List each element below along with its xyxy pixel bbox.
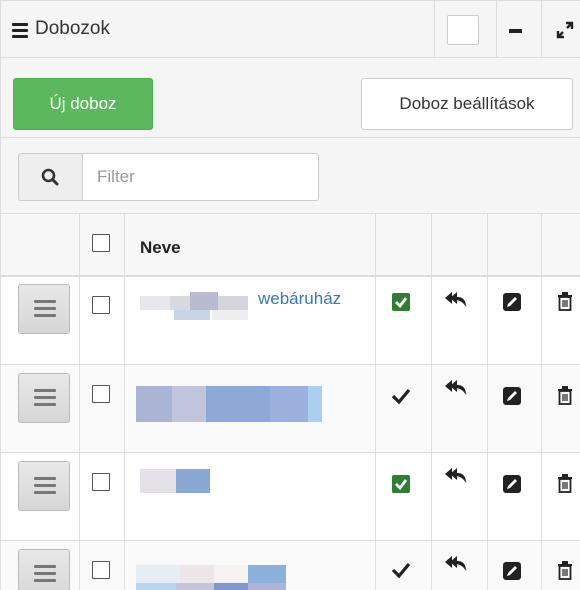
panel-header: Dobozok xyxy=(1,0,580,58)
redacted-name xyxy=(140,292,248,320)
table-row xyxy=(1,365,580,453)
row-checkbox[interactable] xyxy=(92,385,110,403)
checkmark-icon[interactable] xyxy=(391,561,411,579)
expand-icon xyxy=(556,21,574,39)
drag-handle[interactable] xyxy=(18,284,70,334)
active-checkbox-icon[interactable] xyxy=(391,474,411,494)
trash-icon[interactable] xyxy=(557,386,573,406)
redacted-name xyxy=(140,469,210,493)
table-header: Neve xyxy=(1,214,580,277)
column-divider xyxy=(124,214,125,590)
row-checkbox[interactable] xyxy=(92,561,110,579)
table-row xyxy=(1,453,580,541)
trash-icon[interactable] xyxy=(557,292,573,312)
edit-icon[interactable] xyxy=(503,387,521,405)
boxes-panel: Dobozok Új doboz Doboz beállítások Filte… xyxy=(0,0,580,590)
header-checkbox[interactable] xyxy=(447,15,479,45)
search-icon xyxy=(41,168,59,186)
reply-all-icon[interactable] xyxy=(444,466,468,486)
table-row xyxy=(1,541,580,590)
edit-icon[interactable] xyxy=(503,293,521,311)
panel-title: Dobozok xyxy=(35,18,110,39)
checkmark-icon[interactable] xyxy=(391,387,411,405)
redacted-name xyxy=(136,565,286,590)
minimize-button[interactable] xyxy=(496,1,541,58)
active-checkbox-icon[interactable] xyxy=(391,292,411,312)
menu-icon[interactable] xyxy=(12,23,28,38)
table-row: webáruház xyxy=(1,277,580,365)
toolbar: Új doboz Doboz beállítások xyxy=(1,58,580,138)
reply-all-icon[interactable] xyxy=(444,554,468,574)
filter-bar xyxy=(1,138,580,214)
row-checkbox[interactable] xyxy=(92,473,110,491)
trash-icon[interactable] xyxy=(557,474,573,494)
drag-handle[interactable] xyxy=(18,373,70,423)
box-settings-button[interactable]: Doboz beállítások xyxy=(361,78,573,130)
select-all-checkbox[interactable] xyxy=(92,234,110,252)
redacted-name xyxy=(136,386,322,422)
drag-handle[interactable] xyxy=(18,461,70,511)
column-divider xyxy=(79,214,80,590)
new-box-button[interactable]: Új doboz xyxy=(13,78,153,130)
row-checkbox[interactable] xyxy=(92,296,110,314)
reply-all-icon[interactable] xyxy=(444,378,468,398)
column-header-name: Neve xyxy=(140,238,181,257)
search-button[interactable] xyxy=(18,153,82,201)
column-divider xyxy=(431,214,432,590)
box-name-link[interactable]: webáruház xyxy=(258,289,341,309)
column-divider xyxy=(487,214,488,590)
edit-icon[interactable] xyxy=(503,475,521,493)
boxes-table: Neve webáruház xyxy=(1,214,580,590)
trash-icon[interactable] xyxy=(557,561,573,581)
column-divider xyxy=(541,214,542,590)
reply-all-icon[interactable] xyxy=(444,290,468,310)
edit-icon[interactable] xyxy=(503,562,521,580)
expand-button[interactable] xyxy=(541,1,580,58)
header-checkbox-cell xyxy=(434,1,496,58)
minus-icon xyxy=(509,29,522,33)
drag-handle[interactable] xyxy=(18,549,70,590)
column-divider xyxy=(375,214,376,590)
filter-input[interactable] xyxy=(82,153,319,201)
